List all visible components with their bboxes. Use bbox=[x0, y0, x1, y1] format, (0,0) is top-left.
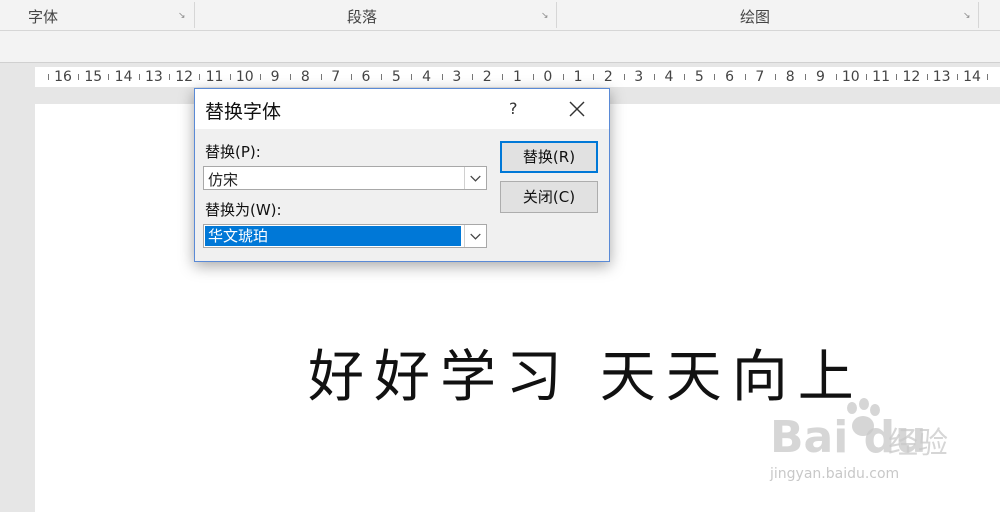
ruler-label: 11 bbox=[205, 69, 224, 85]
ruler-label: 1 bbox=[573, 69, 583, 85]
horizontal-ruler[interactable]: 16 15 14 13 12 11 10 9 8 7 6 5 4 3 2 1 0 1 2 3 4 5 6 7 8 9 10 11 12 1… bbox=[35, 67, 1000, 87]
ruler-tick bbox=[78, 74, 80, 80]
ribbon-group-drawing-label: 绘图 bbox=[740, 8, 771, 26]
ribbon-group-bar: 字体 ↘ 段落 ↘ 绘图 ↘ bbox=[0, 0, 1000, 31]
ruler-tick bbox=[169, 74, 171, 80]
ruler-label: 7 bbox=[331, 69, 341, 85]
ruler-tick bbox=[138, 74, 140, 80]
ribbon-separator bbox=[978, 2, 979, 28]
help-button[interactable]: ? bbox=[509, 99, 518, 118]
replace-with-font-value: 华文琥珀 bbox=[205, 226, 461, 246]
ribbon-group-font-label: 字体 bbox=[28, 8, 59, 26]
ruler-label: 4 bbox=[422, 69, 432, 85]
chevron-down-icon[interactable] bbox=[464, 225, 486, 247]
ruler-tick bbox=[714, 74, 716, 80]
replace-label: 替换(P): bbox=[205, 143, 261, 161]
replace-with-font-combobox[interactable]: 华文琥珀 bbox=[203, 224, 487, 248]
ruler-tick bbox=[441, 74, 443, 80]
ruler-tick bbox=[744, 74, 746, 80]
ruler-label: 5 bbox=[694, 69, 704, 85]
ruler-tick bbox=[956, 74, 958, 80]
ruler-tick bbox=[259, 74, 261, 80]
ruler-label: 12 bbox=[902, 69, 921, 85]
close-button[interactable]: 关闭(C) bbox=[500, 181, 598, 213]
ruler-label: 0 bbox=[543, 69, 553, 85]
ruler-label: 13 bbox=[144, 69, 163, 85]
close-icon[interactable] bbox=[563, 95, 591, 123]
ruler-tick bbox=[835, 74, 837, 80]
ruler-tick bbox=[502, 74, 504, 80]
ruler-tick bbox=[775, 74, 777, 80]
ruler-label: 8 bbox=[785, 69, 795, 85]
ruler-tick bbox=[290, 74, 292, 80]
ruler-label: 6 bbox=[725, 69, 735, 85]
ruler-tick bbox=[562, 74, 564, 80]
ruler-tick bbox=[653, 74, 655, 80]
ruler-tick bbox=[229, 74, 231, 80]
ruler-label: 2 bbox=[603, 69, 613, 85]
ruler-tick bbox=[896, 74, 898, 80]
ruler-label: 14 bbox=[114, 69, 133, 85]
ruler-label: 10 bbox=[235, 69, 254, 85]
ruler-label: 9 bbox=[816, 69, 825, 85]
dialog-title: 替换字体 bbox=[205, 101, 282, 123]
ruler-label: 15 bbox=[84, 69, 103, 85]
ruler-tick bbox=[411, 74, 413, 80]
ruler-tick bbox=[865, 74, 867, 80]
paragraph-dialog-launcher-icon[interactable]: ↘ bbox=[541, 12, 549, 21]
ruler-label: 1 bbox=[513, 69, 522, 85]
ruler-label: 11 bbox=[872, 69, 891, 85]
replace-font-combobox[interactable]: 仿宋 bbox=[203, 166, 487, 190]
replace-with-label: 替换为(W): bbox=[205, 201, 282, 219]
ribbon-group-paragraph: 段落 ↘ bbox=[195, 0, 555, 30]
watermark-url-text: jingyan.baidu.com bbox=[770, 466, 900, 482]
ruler-tick bbox=[805, 74, 807, 80]
chevron-down-icon[interactable] bbox=[464, 167, 486, 189]
ruler-tick bbox=[623, 74, 625, 80]
ruler-tick bbox=[381, 74, 383, 80]
ruler-label: 5 bbox=[391, 69, 401, 85]
ruler-tick bbox=[350, 74, 352, 80]
ruler-label: 10 bbox=[841, 69, 860, 85]
ruler-label: 6 bbox=[361, 69, 371, 85]
paw-icon bbox=[847, 398, 880, 436]
drawing-dialog-launcher-icon[interactable]: ↘ bbox=[963, 12, 971, 21]
ruler-label: 3 bbox=[634, 69, 644, 85]
ruler-label: 2 bbox=[482, 69, 492, 85]
ruler-label: 3 bbox=[452, 69, 462, 85]
ribbon-group-paragraph-label: 段落 bbox=[347, 8, 378, 26]
baidu-jingyan-watermark: Bai du 经验 jingyan.baidu.com bbox=[770, 398, 970, 500]
ruler-label: 8 bbox=[300, 69, 310, 85]
ruler-tick bbox=[320, 74, 322, 80]
ruler-label: 7 bbox=[755, 69, 765, 85]
ruler-tick bbox=[532, 74, 534, 80]
ruler-label: 9 bbox=[270, 69, 280, 85]
ruler-label: 4 bbox=[664, 69, 674, 85]
ruler-label: 12 bbox=[175, 69, 194, 85]
ruler-tick bbox=[472, 74, 474, 80]
ruler-label: 14 bbox=[963, 69, 981, 85]
ruler-tick bbox=[987, 74, 989, 80]
ruler-tick bbox=[199, 74, 201, 80]
ruler-label: 16 bbox=[54, 69, 72, 85]
ruler-tick bbox=[593, 74, 595, 80]
ruler-tick bbox=[108, 74, 110, 80]
replace-fonts-dialog: 替换字体 ? 替换(P): 仿宋 替换为(W): 华文琥珀 替换(R) 关闭(C… bbox=[194, 88, 610, 262]
replace-font-value: 仿宋 bbox=[208, 171, 239, 189]
toolbar-strip bbox=[0, 31, 1000, 63]
font-dialog-launcher-icon[interactable]: ↘ bbox=[178, 12, 186, 21]
ribbon-group-drawing: 绘图 ↘ bbox=[557, 0, 977, 30]
ruler-label: 13 bbox=[932, 69, 951, 85]
replace-button[interactable]: 替换(R) bbox=[500, 141, 598, 173]
dialog-titlebar[interactable]: 替换字体 ? bbox=[195, 89, 609, 129]
ruler-tick bbox=[926, 74, 928, 80]
watermark-cn-text: 经验 bbox=[888, 426, 948, 461]
ribbon-group-font: 字体 ↘ bbox=[0, 0, 193, 30]
ruler-tick bbox=[684, 74, 686, 80]
ruler-tick bbox=[47, 74, 49, 80]
